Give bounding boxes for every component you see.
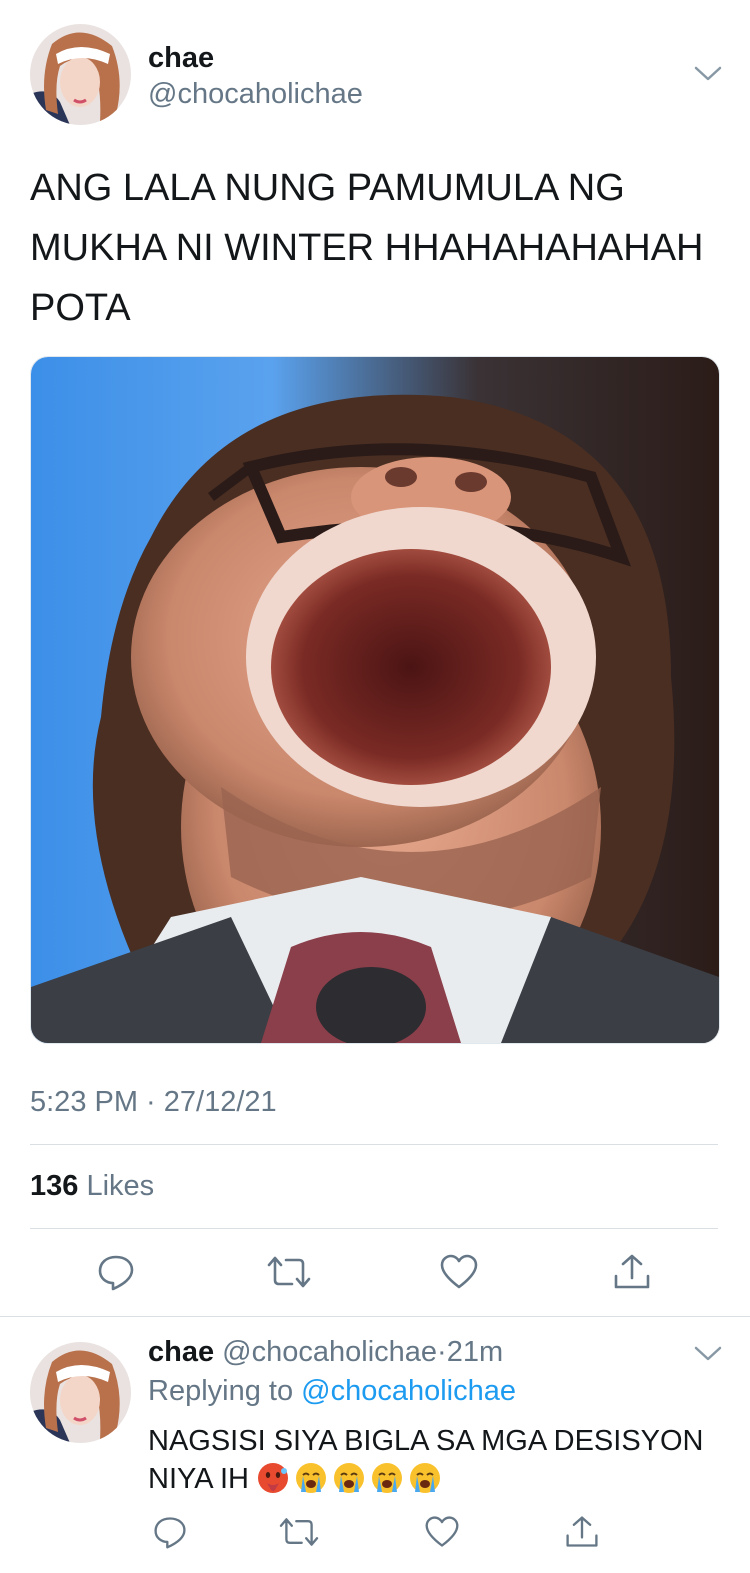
reply-author-name[interactable]: chae bbox=[148, 1336, 214, 1368]
chevron-down-icon[interactable] bbox=[693, 1344, 723, 1364]
divider bbox=[30, 1228, 718, 1229]
reply-text-block: NAGSISI SIYA BIGLA SA MGA DESISYON NIYA … bbox=[148, 1422, 728, 1498]
loudly-crying-face-emoji bbox=[409, 1462, 441, 1494]
reply-icon[interactable] bbox=[94, 1250, 138, 1294]
reply-time[interactable]: 21m bbox=[447, 1336, 503, 1368]
replying-handle-link[interactable]: @chocaholichae bbox=[301, 1375, 516, 1407]
tweet-timestamp[interactable]: 5:23 PM · 27/12/21 bbox=[30, 1086, 277, 1119]
chevron-down-icon[interactable] bbox=[693, 64, 723, 84]
likes-label: Likes bbox=[86, 1170, 155, 1202]
reply-avatar[interactable] bbox=[30, 1342, 131, 1443]
reply-header: chae @chocaholichae·21m bbox=[148, 1336, 503, 1369]
loudly-crying-face-emoji bbox=[371, 1462, 403, 1494]
loudly-crying-face-emoji bbox=[295, 1462, 327, 1494]
replying-prefix: Replying to bbox=[148, 1375, 294, 1407]
hot-face-emoji bbox=[257, 1462, 289, 1494]
likes-count: 136 bbox=[30, 1170, 79, 1202]
likes-stat[interactable]: 136 Likes bbox=[30, 1170, 154, 1203]
divider bbox=[30, 1144, 718, 1145]
like-icon[interactable] bbox=[437, 1250, 481, 1294]
replying-to: Replying to @chocaholichae bbox=[148, 1375, 516, 1408]
loudly-crying-face-emoji bbox=[333, 1462, 365, 1494]
reply-author-handle[interactable]: @chocaholichae bbox=[222, 1336, 437, 1368]
tweet-text: ANG LALA NUNG PAMUMULA NG MUKHA NI WINTE… bbox=[30, 167, 704, 329]
tweet-image[interactable] bbox=[30, 356, 720, 1044]
like-icon[interactable] bbox=[420, 1510, 464, 1554]
reply-icon[interactable] bbox=[148, 1510, 192, 1554]
share-icon[interactable] bbox=[610, 1250, 654, 1294]
avatar[interactable] bbox=[30, 24, 131, 125]
divider bbox=[0, 1316, 750, 1317]
retweet-icon[interactable] bbox=[267, 1250, 311, 1294]
retweet-icon[interactable] bbox=[277, 1510, 321, 1554]
reply-separator: · bbox=[437, 1336, 447, 1368]
share-icon[interactable] bbox=[560, 1510, 604, 1554]
author-name[interactable]: chae bbox=[148, 42, 214, 75]
author-handle[interactable]: @chocaholichae bbox=[148, 78, 363, 111]
